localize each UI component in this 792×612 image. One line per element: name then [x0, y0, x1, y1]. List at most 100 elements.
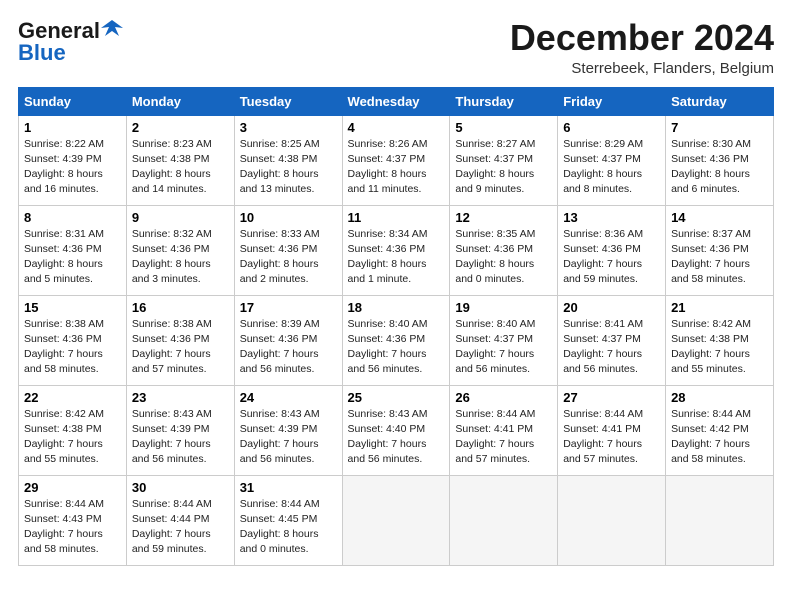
calendar-header-sunday: Sunday: [19, 87, 127, 115]
day-info: Sunrise: 8:38 AMSunset: 4:36 PMDaylight:…: [24, 317, 121, 378]
day-number: 26: [455, 390, 552, 405]
day-cell-7: 7 Sunrise: 8:30 AMSunset: 4:36 PMDaylight…: [666, 115, 774, 205]
empty-cell: [342, 475, 450, 565]
day-info: Sunrise: 8:40 AMSunset: 4:37 PMDaylight:…: [455, 317, 552, 378]
day-info: Sunrise: 8:37 AMSunset: 4:36 PMDaylight:…: [671, 227, 768, 288]
day-cell-19: 19 Sunrise: 8:40 AMSunset: 4:37 PMDayligh…: [450, 295, 558, 385]
day-number: 23: [132, 390, 229, 405]
day-cell-3: 3 Sunrise: 8:25 AMSunset: 4:38 PMDaylight…: [234, 115, 342, 205]
day-info: Sunrise: 8:44 AMSunset: 4:44 PMDaylight:…: [132, 497, 229, 558]
day-number: 16: [132, 300, 229, 315]
day-cell-6: 6 Sunrise: 8:29 AMSunset: 4:37 PMDaylight…: [558, 115, 666, 205]
day-number: 24: [240, 390, 337, 405]
day-number: 3: [240, 120, 337, 135]
calendar-week-2: 8Sunrise: 8:31 AMSunset: 4:36 PMDaylight…: [19, 205, 774, 295]
day-number: 17: [240, 300, 337, 315]
day-cell-29: 29 Sunrise: 8:44 AMSunset: 4:43 PMDayligh…: [19, 475, 127, 565]
day-number: 12: [455, 210, 552, 225]
day-cell-31: 31 Sunrise: 8:44 AMSunset: 4:45 PMDayligh…: [234, 475, 342, 565]
day-number: 22: [24, 390, 121, 405]
day-number: 11: [348, 210, 445, 225]
day-cell-1: 1 Sunrise: 8:22 AMSunset: 4:39 PMDaylight…: [19, 115, 127, 205]
day-info: Sunrise: 8:44 AMSunset: 4:41 PMDaylight:…: [563, 407, 660, 468]
calendar-header-friday: Friday: [558, 87, 666, 115]
day-number: 13: [563, 210, 660, 225]
day-info: Sunrise: 8:23 AMSunset: 4:38 PMDaylight:…: [132, 137, 229, 198]
calendar-week-5: 29 Sunrise: 8:44 AMSunset: 4:43 PMDayligh…: [19, 475, 774, 565]
day-info: Sunrise: 8:41 AMSunset: 4:37 PMDaylight:…: [563, 317, 660, 378]
day-cell-27: 27 Sunrise: 8:44 AMSunset: 4:41 PMDayligh…: [558, 385, 666, 475]
day-info: Sunrise: 8:31 AMSunset: 4:36 PMDaylight:…: [24, 227, 121, 288]
day-number: 5: [455, 120, 552, 135]
month-title: December 2024: [510, 18, 774, 58]
day-info: Sunrise: 8:35 AMSunset: 4:36 PMDaylight:…: [455, 227, 552, 288]
day-number: 19: [455, 300, 552, 315]
day-info: Sunrise: 8:40 AMSunset: 4:36 PMDaylight:…: [348, 317, 445, 378]
day-cell-10: 10 Sunrise: 8:33 AMSunset: 4:36 PMDayligh…: [234, 205, 342, 295]
day-info: Sunrise: 8:43 AMSunset: 4:39 PMDaylight:…: [132, 407, 229, 468]
day-number: 7: [671, 120, 768, 135]
day-number: 2: [132, 120, 229, 135]
day-cell-28: 28Sunrise: 8:44 AMSunset: 4:42 PMDayligh…: [666, 385, 774, 475]
day-info: Sunrise: 8:39 AMSunset: 4:36 PMDaylight:…: [240, 317, 337, 378]
day-number: 1: [24, 120, 121, 135]
day-number: 10: [240, 210, 337, 225]
day-cell-16: 16 Sunrise: 8:38 AMSunset: 4:36 PMDayligh…: [126, 295, 234, 385]
day-info: Sunrise: 8:44 AMSunset: 4:45 PMDaylight:…: [240, 497, 337, 558]
day-cell-13: 13 Sunrise: 8:36 AMSunset: 4:36 PMDayligh…: [558, 205, 666, 295]
day-cell-25: 25 Sunrise: 8:43 AMSunset: 4:40 PMDayligh…: [342, 385, 450, 475]
calendar-header-thursday: Thursday: [450, 87, 558, 115]
day-number: 14: [671, 210, 768, 225]
day-cell-30: 30 Sunrise: 8:44 AMSunset: 4:44 PMDayligh…: [126, 475, 234, 565]
day-cell-15: 15 Sunrise: 8:38 AMSunset: 4:36 PMDayligh…: [19, 295, 127, 385]
day-info: Sunrise: 8:38 AMSunset: 4:36 PMDaylight:…: [132, 317, 229, 378]
day-cell-9: 9 Sunrise: 8:32 AMSunset: 4:36 PMDaylight…: [126, 205, 234, 295]
day-number: 15: [24, 300, 121, 315]
calendar-week-1: 1 Sunrise: 8:22 AMSunset: 4:39 PMDaylight…: [19, 115, 774, 205]
day-cell-5: 5Sunrise: 8:27 AMSunset: 4:37 PMDaylight…: [450, 115, 558, 205]
calendar-header-wednesday: Wednesday: [342, 87, 450, 115]
day-number: 30: [132, 480, 229, 495]
day-info: Sunrise: 8:44 AMSunset: 4:43 PMDaylight:…: [24, 497, 121, 558]
day-cell-11: 11 Sunrise: 8:34 AMSunset: 4:36 PMDayligh…: [342, 205, 450, 295]
day-info: Sunrise: 8:30 AMSunset: 4:36 PMDaylight:…: [671, 137, 768, 198]
day-number: 20: [563, 300, 660, 315]
day-cell-12: 12 Sunrise: 8:35 AMSunset: 4:36 PMDayligh…: [450, 205, 558, 295]
day-info: Sunrise: 8:29 AMSunset: 4:37 PMDaylight:…: [563, 137, 660, 198]
day-info: Sunrise: 8:26 AMSunset: 4:37 PMDaylight:…: [348, 137, 445, 198]
calendar-table: SundayMondayTuesdayWednesdayThursdayFrid…: [18, 87, 774, 566]
calendar-header-tuesday: Tuesday: [234, 87, 342, 115]
day-info: Sunrise: 8:32 AMSunset: 4:36 PMDaylight:…: [132, 227, 229, 288]
day-info: Sunrise: 8:34 AMSunset: 4:36 PMDaylight:…: [348, 227, 445, 288]
logo-blue: Blue: [18, 40, 66, 66]
day-info: Sunrise: 8:44 AMSunset: 4:41 PMDaylight:…: [455, 407, 552, 468]
day-cell-17: 17 Sunrise: 8:39 AMSunset: 4:36 PMDayligh…: [234, 295, 342, 385]
day-info: Sunrise: 8:43 AMSunset: 4:40 PMDaylight:…: [348, 407, 445, 468]
day-number: 29: [24, 480, 121, 495]
day-info: Sunrise: 8:36 AMSunset: 4:36 PMDaylight:…: [563, 227, 660, 288]
page: General Blue December 2024 Sterrebeek, F…: [0, 0, 792, 578]
day-number: 18: [348, 300, 445, 315]
day-number: 31: [240, 480, 337, 495]
day-number: 25: [348, 390, 445, 405]
day-cell-2: 2 Sunrise: 8:23 AMSunset: 4:38 PMDaylight…: [126, 115, 234, 205]
day-info: Sunrise: 8:22 AMSunset: 4:39 PMDaylight:…: [24, 137, 121, 198]
day-info: Sunrise: 8:43 AMSunset: 4:39 PMDaylight:…: [240, 407, 337, 468]
empty-cell: [558, 475, 666, 565]
day-number: 6: [563, 120, 660, 135]
day-cell-20: 20 Sunrise: 8:41 AMSunset: 4:37 PMDayligh…: [558, 295, 666, 385]
day-number: 9: [132, 210, 229, 225]
day-cell-8: 8Sunrise: 8:31 AMSunset: 4:36 PMDaylight…: [19, 205, 127, 295]
day-cell-26: 26 Sunrise: 8:44 AMSunset: 4:41 PMDayligh…: [450, 385, 558, 475]
location: Sterrebeek, Flanders, Belgium: [510, 60, 774, 77]
title-block: December 2024 Sterrebeek, Flanders, Belg…: [510, 18, 774, 77]
day-info: Sunrise: 8:25 AMSunset: 4:38 PMDaylight:…: [240, 137, 337, 198]
day-info: Sunrise: 8:42 AMSunset: 4:38 PMDaylight:…: [671, 317, 768, 378]
calendar-week-4: 22Sunrise: 8:42 AMSunset: 4:38 PMDayligh…: [19, 385, 774, 475]
header: General Blue December 2024 Sterrebeek, F…: [18, 18, 774, 77]
day-cell-22: 22Sunrise: 8:42 AMSunset: 4:38 PMDayligh…: [19, 385, 127, 475]
day-number: 28: [671, 390, 768, 405]
day-number: 27: [563, 390, 660, 405]
empty-cell: [666, 475, 774, 565]
day-info: Sunrise: 8:33 AMSunset: 4:36 PMDaylight:…: [240, 227, 337, 288]
